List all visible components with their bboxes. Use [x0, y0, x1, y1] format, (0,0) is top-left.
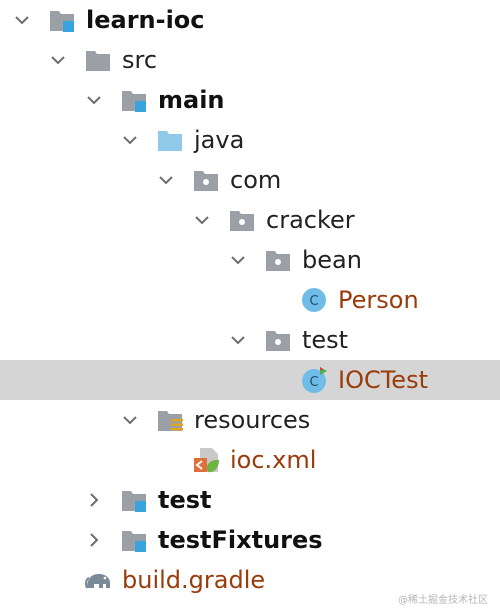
chevron-down-icon[interactable] — [229, 331, 247, 349]
chevron-down-icon[interactable] — [121, 131, 139, 149]
tree-row-ioc-xml[interactable]: ioc.xml — [0, 440, 500, 480]
source-folder-icon — [158, 131, 182, 151]
java-class-icon: C — [302, 288, 326, 312]
svg-text:C: C — [309, 375, 318, 390]
project-tree: learn-ioc src main java com cracker bean — [0, 0, 500, 600]
tree-row-com[interactable]: com — [0, 160, 500, 200]
tree-label-bean: bean — [302, 246, 362, 274]
tree-label-ioctest: IOCTest — [338, 366, 428, 394]
chevron-down-icon[interactable] — [13, 11, 31, 29]
tree-label-cracker: cracker — [266, 206, 355, 234]
tree-label-main: main — [158, 86, 225, 114]
tree-row-src[interactable]: src — [0, 40, 500, 80]
tree-label-learn-ioc: learn-ioc — [86, 6, 205, 34]
chevron-down-icon[interactable] — [229, 251, 247, 269]
package-icon — [230, 211, 254, 231]
tree-label-test-package: test — [302, 326, 349, 354]
tree-label-ioc-xml: ioc.xml — [230, 446, 317, 474]
package-icon — [194, 171, 218, 191]
tree-label-java: java — [194, 126, 245, 154]
java-class-run-icon: C — [302, 367, 327, 393]
tree-label-com: com — [230, 166, 282, 194]
chevron-down-icon[interactable] — [49, 51, 67, 69]
chevron-down-icon[interactable] — [157, 171, 175, 189]
tree-row-resources[interactable]: resources — [0, 400, 500, 440]
tree-row-test-package[interactable]: test — [0, 320, 500, 360]
chevron-down-icon[interactable] — [193, 211, 211, 229]
module-folder-icon — [122, 531, 146, 552]
tree-label-resources: resources — [194, 406, 311, 434]
chevron-down-icon[interactable] — [85, 91, 103, 109]
package-icon — [266, 331, 290, 351]
tree-row-java[interactable]: java — [0, 120, 500, 160]
tree-row-main[interactable]: main — [0, 80, 500, 120]
gradle-elephant-icon — [84, 574, 110, 589]
package-icon — [266, 251, 290, 271]
spring-xml-icon — [194, 448, 219, 473]
tree-label-src: src — [122, 46, 158, 74]
chevron-right-icon[interactable] — [85, 531, 103, 549]
tree-row-person[interactable]: C Person — [0, 280, 500, 320]
watermark: @稀土掘金技术社区 — [398, 595, 488, 606]
module-folder-icon — [122, 91, 146, 112]
tree-label-build-gradle: build.gradle — [122, 566, 266, 594]
chevron-right-icon[interactable] — [85, 491, 103, 509]
tree-row-cracker[interactable]: cracker — [0, 200, 500, 240]
resources-folder-icon — [158, 411, 183, 431]
chevron-down-icon[interactable] — [121, 411, 139, 429]
tree-row-ioctest[interactable]: C IOCTest — [0, 360, 500, 400]
tree-row-bean[interactable]: bean — [0, 240, 500, 280]
module-folder-icon — [50, 11, 74, 32]
tree-row-testfixtures[interactable]: testFixtures — [0, 520, 500, 560]
tree-label-testfixtures: testFixtures — [158, 526, 323, 554]
module-folder-icon — [122, 491, 146, 512]
tree-row-learn-ioc[interactable]: learn-ioc — [0, 0, 500, 40]
tree-row-test-dir[interactable]: test — [0, 480, 500, 520]
svg-text:C: C — [309, 294, 318, 309]
folder-icon — [86, 51, 110, 71]
tree-label-test-dir: test — [158, 486, 212, 514]
tree-label-person: Person — [338, 286, 419, 314]
